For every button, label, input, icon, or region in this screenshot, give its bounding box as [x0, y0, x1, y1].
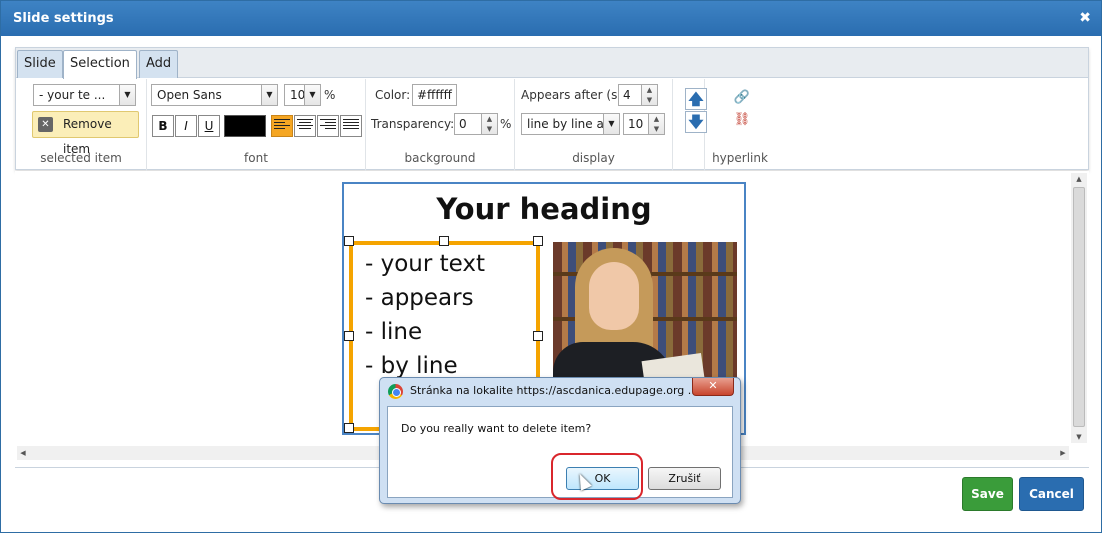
scroll-up-icon[interactable]: ▲ [1071, 173, 1087, 185]
selected-item-value: - your te ... [39, 88, 106, 102]
tab-selection[interactable]: Selection [63, 50, 137, 79]
display-mode-select[interactable]: line by line ap ▼ [521, 113, 620, 135]
display-number-stepper[interactable]: ▲ ▼ [649, 113, 665, 135]
font-family-select[interactable]: Open Sans ▼ [151, 84, 278, 106]
vertical-scrollbar[interactable]: ▲ ▼ [1071, 173, 1087, 443]
move-down-icon[interactable]: 🡇 [685, 111, 707, 133]
font-size-value: 10 [290, 88, 306, 102]
scroll-left-icon[interactable]: ◀ [17, 446, 29, 460]
ok-highlight-ring [551, 453, 643, 500]
align-right-icon[interactable] [317, 115, 339, 137]
group-display: Appears after (s): 4 ▲ ▼ line by line ap … [515, 79, 673, 171]
color-label: Color: [375, 88, 411, 102]
font-size-unit: % [324, 88, 336, 102]
chevron-down-icon: ▼ [261, 85, 277, 105]
tab-add[interactable]: Add [139, 50, 179, 78]
appears-after-label: Appears after (s): [521, 88, 627, 102]
slide-text-line: - line [365, 319, 423, 345]
dialog-titlebar: Slide settings ✖ [1, 1, 1101, 36]
resize-handle[interactable] [344, 423, 354, 433]
cancel-button[interactable]: Cancel [1019, 477, 1084, 511]
dialog-title: Slide settings [13, 11, 114, 26]
group-label-selected-item: selected item [40, 151, 122, 165]
resize-handle[interactable] [344, 236, 354, 246]
slide-text-line: - appears [365, 285, 474, 311]
transparency-unit: % [500, 117, 512, 131]
save-button[interactable]: Save [962, 477, 1013, 511]
slide-text-line: - your text [365, 251, 486, 277]
group-background: Color: #ffffff Transparency: 0 ▲ ▼ % back… [366, 79, 515, 171]
bg-color-input[interactable]: #ffffff [412, 84, 457, 106]
transparency-label: Transparency: [371, 117, 455, 131]
appears-after-input[interactable]: 4 [618, 84, 642, 106]
bold-button[interactable]: B [152, 115, 174, 137]
font-family-value: Open Sans [157, 88, 222, 102]
scroll-down-icon[interactable]: ▼ [1071, 431, 1087, 443]
italic-button[interactable]: I [175, 115, 197, 137]
chevron-down-icon: ▼ [119, 85, 135, 105]
resize-handle[interactable] [344, 331, 354, 341]
add-link-icon[interactable]: 🔗 [732, 88, 752, 108]
resize-handle[interactable] [533, 331, 543, 341]
remove-link-icon[interactable]: ⛓ [732, 110, 752, 130]
tab-bar: Slide Selection Add [16, 48, 1088, 79]
remove-item-button[interactable]: ✕ Remove item [32, 111, 139, 156]
font-color-swatch[interactable] [224, 115, 266, 137]
group-font: Open Sans ▼ 10 ▼ % B I U font [147, 79, 366, 171]
confirm-dialog-title: Stránka na lokalite https://ascdanica.ed… [410, 384, 699, 397]
transparency-input[interactable]: 0 [454, 113, 482, 135]
chevron-down-icon: ▼ [603, 114, 619, 134]
slide-text-line: - by line [365, 353, 458, 379]
group-label-display: display [572, 151, 615, 165]
group-label-background: background [404, 151, 476, 165]
toolbar: Slide Selection Add - your te ... ▼ ✕ Re… [15, 47, 1089, 171]
resize-handle[interactable] [533, 236, 543, 246]
slide-heading[interactable]: Your heading [344, 192, 744, 226]
scroll-right-icon[interactable]: ▶ [1057, 446, 1069, 460]
transparency-stepper[interactable]: ▲ ▼ [482, 113, 498, 135]
group-hyperlink: 🔗 ⛓ hyperlink [705, 79, 775, 171]
group-label-hyperlink: hyperlink [712, 151, 768, 165]
close-icon[interactable]: ✖ [1079, 1, 1091, 36]
appears-after-stepper[interactable]: ▲ ▼ [642, 84, 658, 106]
group-order: 🡅 🡇 [673, 79, 707, 171]
close-icon[interactable]: ✕ [692, 378, 734, 396]
selected-item-select[interactable]: - your te ... ▼ [33, 84, 136, 106]
cancel-confirm-button[interactable]: Zrušiť [648, 467, 721, 490]
move-up-icon[interactable]: 🡅 [685, 88, 707, 110]
align-center-icon[interactable] [294, 115, 316, 137]
display-number-input[interactable]: 10 [623, 113, 649, 135]
chrome-icon [388, 384, 403, 399]
align-justify-icon[interactable] [340, 115, 362, 137]
close-icon: ✕ [38, 117, 53, 132]
group-selected-item: - your te ... ▼ ✕ Remove item selected i… [16, 79, 147, 171]
resize-handle[interactable] [439, 236, 449, 246]
underline-button[interactable]: U [198, 115, 220, 137]
tab-slide[interactable]: Slide [17, 50, 63, 78]
chevron-down-icon: ▼ [304, 85, 320, 105]
confirm-message: Do you really want to delete item? [401, 422, 592, 435]
group-label-font: font [244, 151, 268, 165]
font-size-select[interactable]: 10 ▼ [284, 84, 321, 106]
align-left-icon[interactable] [271, 115, 293, 137]
slide-settings-dialog: Slide settings ✖ Slide Selection Add - y… [0, 0, 1102, 533]
display-mode-value: line by line ap [527, 117, 612, 131]
scrollbar-thumb[interactable] [1073, 187, 1085, 427]
